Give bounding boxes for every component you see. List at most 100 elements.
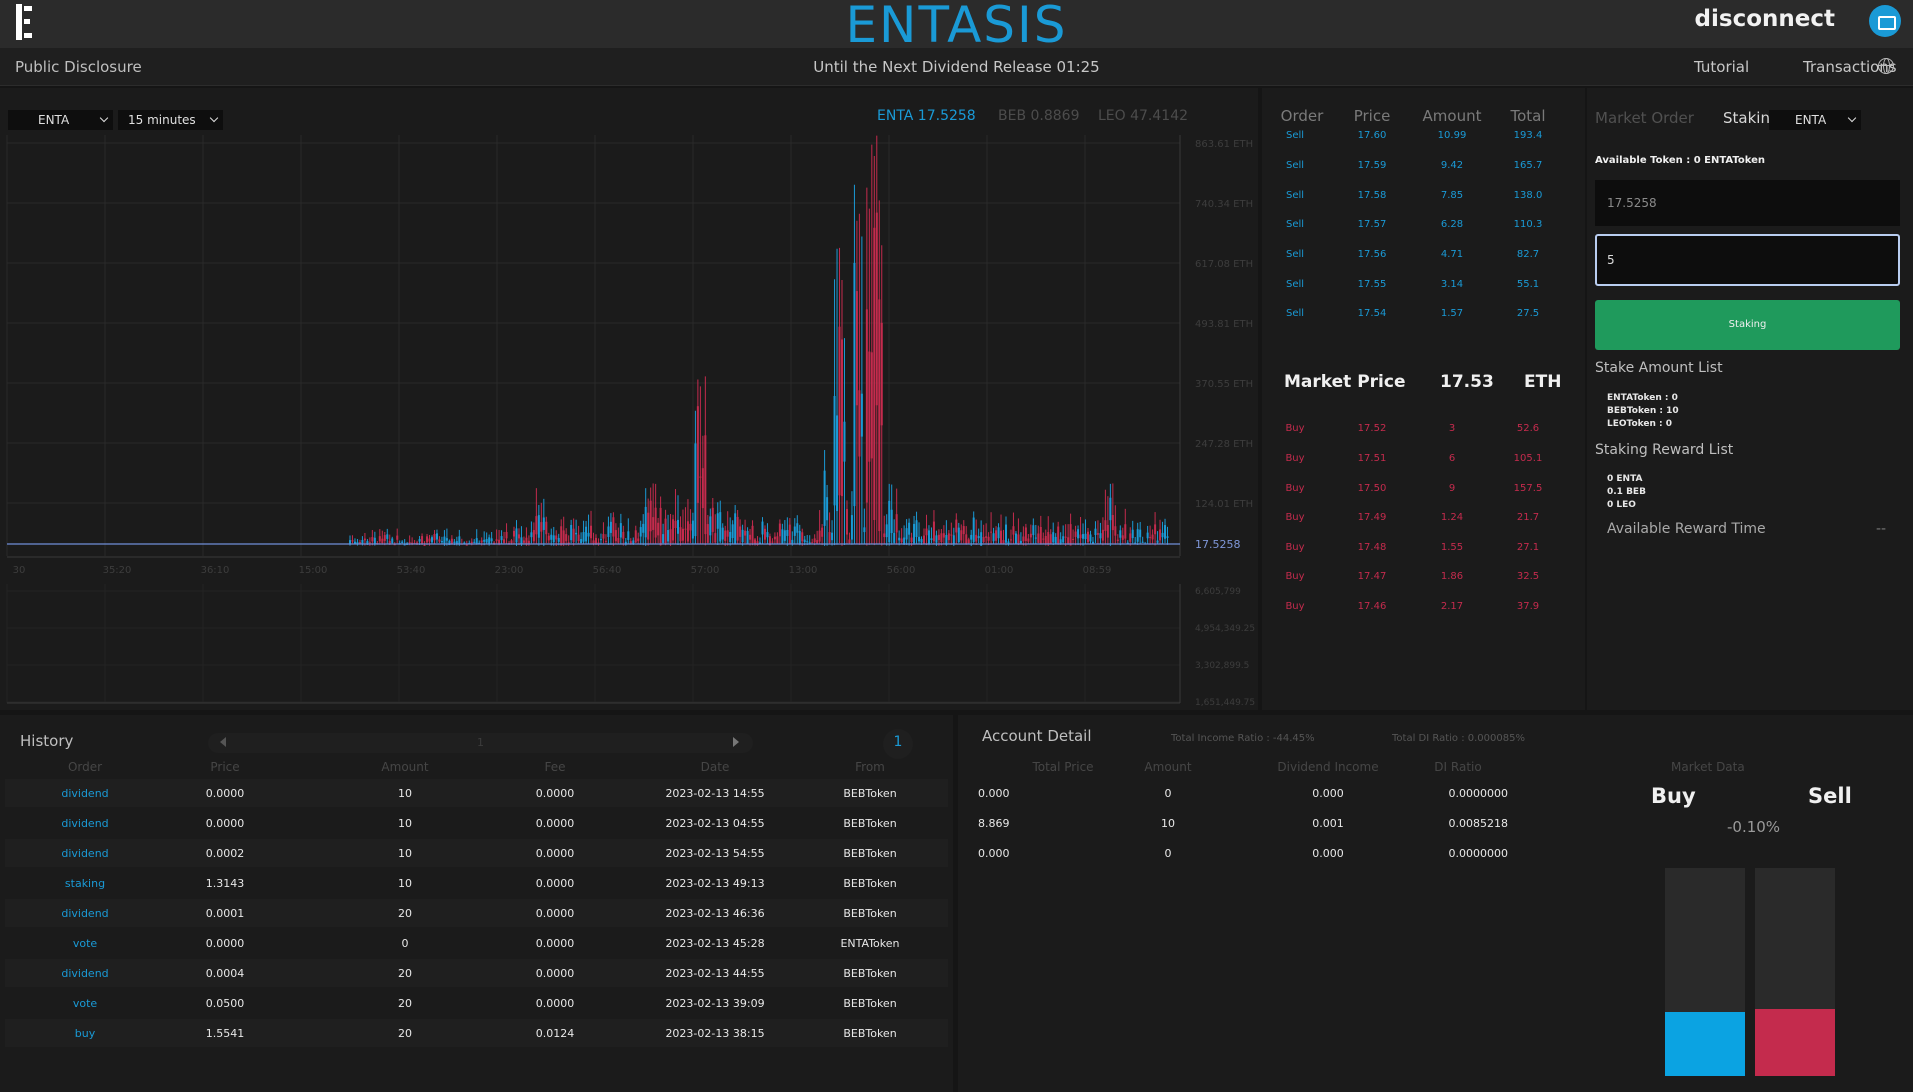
buy-order-row[interactable]: Buy 17.51 6 105.1 [1262,447,1585,471]
market-buy-label: Buy [1651,784,1696,808]
candle-body [905,528,908,540]
buy-order-row[interactable]: Buy 17.48 1.55 27.1 [1262,536,1585,560]
history-date: 2023-02-13 44:55 [665,967,765,980]
history-row[interactable]: dividend 0.0000 10 0.0000 2023-02-13 04:… [5,809,948,837]
time-tick-label: 57:00 [691,565,720,576]
buy-order-row[interactable]: Buy 17.50 9 157.5 [1262,477,1585,501]
market-price-label: Market Price [1284,372,1406,392]
candle-body [870,352,873,459]
candle-body [426,536,429,543]
sell-order-row[interactable]: Sell 17.55 3.14 55.1 [1262,273,1585,297]
account-di-ratio: 0.0085218 [1448,817,1509,830]
history-row[interactable]: dividend 0.0002 10 0.0000 2023-02-13 54:… [5,839,948,867]
history-from: ENTAToken [840,937,900,950]
language-globe-icon[interactable] [1878,58,1894,74]
sell-order-row[interactable]: Sell 17.56 4.71 82.7 [1262,243,1585,267]
candle-body [677,519,679,534]
candle-body [1022,536,1025,542]
history-row[interactable]: dividend 0.0000 10 0.0000 2023-02-13 14:… [5,779,948,807]
candle-body [1146,532,1149,539]
candle-body [734,513,737,545]
sell-order-row[interactable]: Sell 17.54 1.57 27.5 [1262,302,1585,326]
candle-body [672,519,675,541]
history-amount: 20 [398,997,412,1010]
order-amount: 1.86 [1440,571,1464,582]
account-dividend-income: 0.000 [1312,847,1344,860]
candle-body [828,532,831,543]
order-type: Sell [1285,130,1305,141]
wallet-icon[interactable] [1869,5,1901,37]
order-amount: 3 [1448,423,1456,434]
candle-body [391,538,394,544]
history-row[interactable]: vote 0.0500 20 0.0000 2023-02-13 39:09 B… [5,989,948,1017]
history-from: BEBToken [843,817,897,830]
current-page-badge[interactable]: 1 [883,729,913,759]
candle-body [383,535,386,541]
sell-order-row[interactable]: Sell 17.60 10.99 193.4 [1262,124,1585,148]
account-row[interactable]: 8.869 10 0.001 0.0085218 [958,809,1518,837]
buy-order-row[interactable]: Buy 17.49 1.24 21.7 [1262,506,1585,530]
candle-body [694,443,697,537]
staking-amount-field[interactable] [1595,234,1900,286]
order-amount: 7.85 [1440,190,1464,201]
candle-body [532,530,535,542]
candle-body [363,538,366,541]
symbol-select[interactable]: ENTA [8,110,113,130]
history-date: 2023-02-13 46:36 [665,907,765,920]
candle-body [351,540,354,542]
buy-order-row[interactable]: Buy 17.52 3 52.6 [1262,417,1585,441]
market-price-value: 17.53 [1440,372,1494,392]
staking-price-field[interactable] [1595,180,1900,226]
candle-body [1034,537,1037,539]
buy-pressure-bar [1665,868,1745,1076]
candle-body [798,530,801,545]
stake-amount-item: BEBToken : 10 [1607,406,1679,416]
tab-market-order[interactable]: Market Order [1595,109,1694,127]
buy-order-row[interactable]: Buy 17.47 1.86 32.5 [1262,565,1585,589]
price-chart[interactable]: 863.61 ETH 740.34 ETH 617.08 ETH 493.81 ETH… [0,88,1258,710]
market-price-unit: ETH [1524,372,1562,392]
candle-body [925,528,928,536]
interval-select[interactable]: 15 minutes [118,110,223,130]
sell-order-row[interactable]: Sell 17.58 7.85 138.0 [1262,184,1585,208]
candle-body [913,523,916,544]
candle-body [793,526,796,536]
order-total: 157.5 [1513,483,1543,494]
account-row[interactable]: 0.000 0 0.000 0.0000000 [958,839,1518,867]
candle-body [982,536,985,542]
order-total: 21.7 [1516,512,1540,523]
candle-body [480,540,483,543]
candle-body [498,539,501,544]
candle-body [378,536,381,542]
tutorial-link[interactable]: Tutorial [1694,58,1749,76]
candle-body [607,526,610,537]
sell-order-row[interactable]: Sell 17.59 9.42 165.7 [1262,154,1585,178]
history-row[interactable]: dividend 0.0001 20 0.0000 2023-02-13 46:… [5,899,948,927]
order-type: Buy [1285,571,1305,582]
candle-body [918,536,921,542]
staking-button[interactable]: Staking [1595,300,1900,350]
stake-amount-item: ENTAToken : 0 [1607,393,1678,403]
history-date: 2023-02-13 39:09 [665,997,765,1010]
next-page-icon[interactable] [733,737,739,747]
history-row[interactable]: vote 0.0000 0 0.0000 2023-02-13 45:28 EN… [5,929,948,957]
disconnect-button[interactable]: disconnect [1695,6,1835,32]
account-di-ratio: 0.0000000 [1448,847,1509,860]
ticker-enta[interactable]: ENTA 17.5258 [877,108,976,124]
buy-order-row[interactable]: Buy 17.46 2.17 37.9 [1262,595,1585,619]
candle-body [1019,540,1022,544]
history-fee: 0.0000 [535,997,575,1010]
order-amount: 1.57 [1440,308,1464,319]
candle-body [806,541,809,543]
sell-order-row[interactable]: Sell 17.57 6.28 110.3 [1262,213,1585,237]
account-row[interactable]: 0.000 0 0.000 0.0000000 [958,779,1518,807]
history-row[interactable]: dividend 0.0004 20 0.0000 2023-02-13 44:… [5,959,948,987]
ticker-leo[interactable]: LEO 47.4142 [1098,108,1188,124]
candle-body [1084,533,1087,540]
history-row[interactable]: staking 1.3143 10 0.0000 2023-02-13 49:1… [5,869,948,897]
candle-body [522,540,525,543]
token-select[interactable]: ENTA [1769,110,1861,130]
history-row[interactable]: buy 1.5541 20 0.0124 2023-02-13 38:15 BE… [5,1019,948,1047]
ticker-beb[interactable]: BEB 0.8869 [998,108,1080,124]
candle-body [667,530,670,542]
